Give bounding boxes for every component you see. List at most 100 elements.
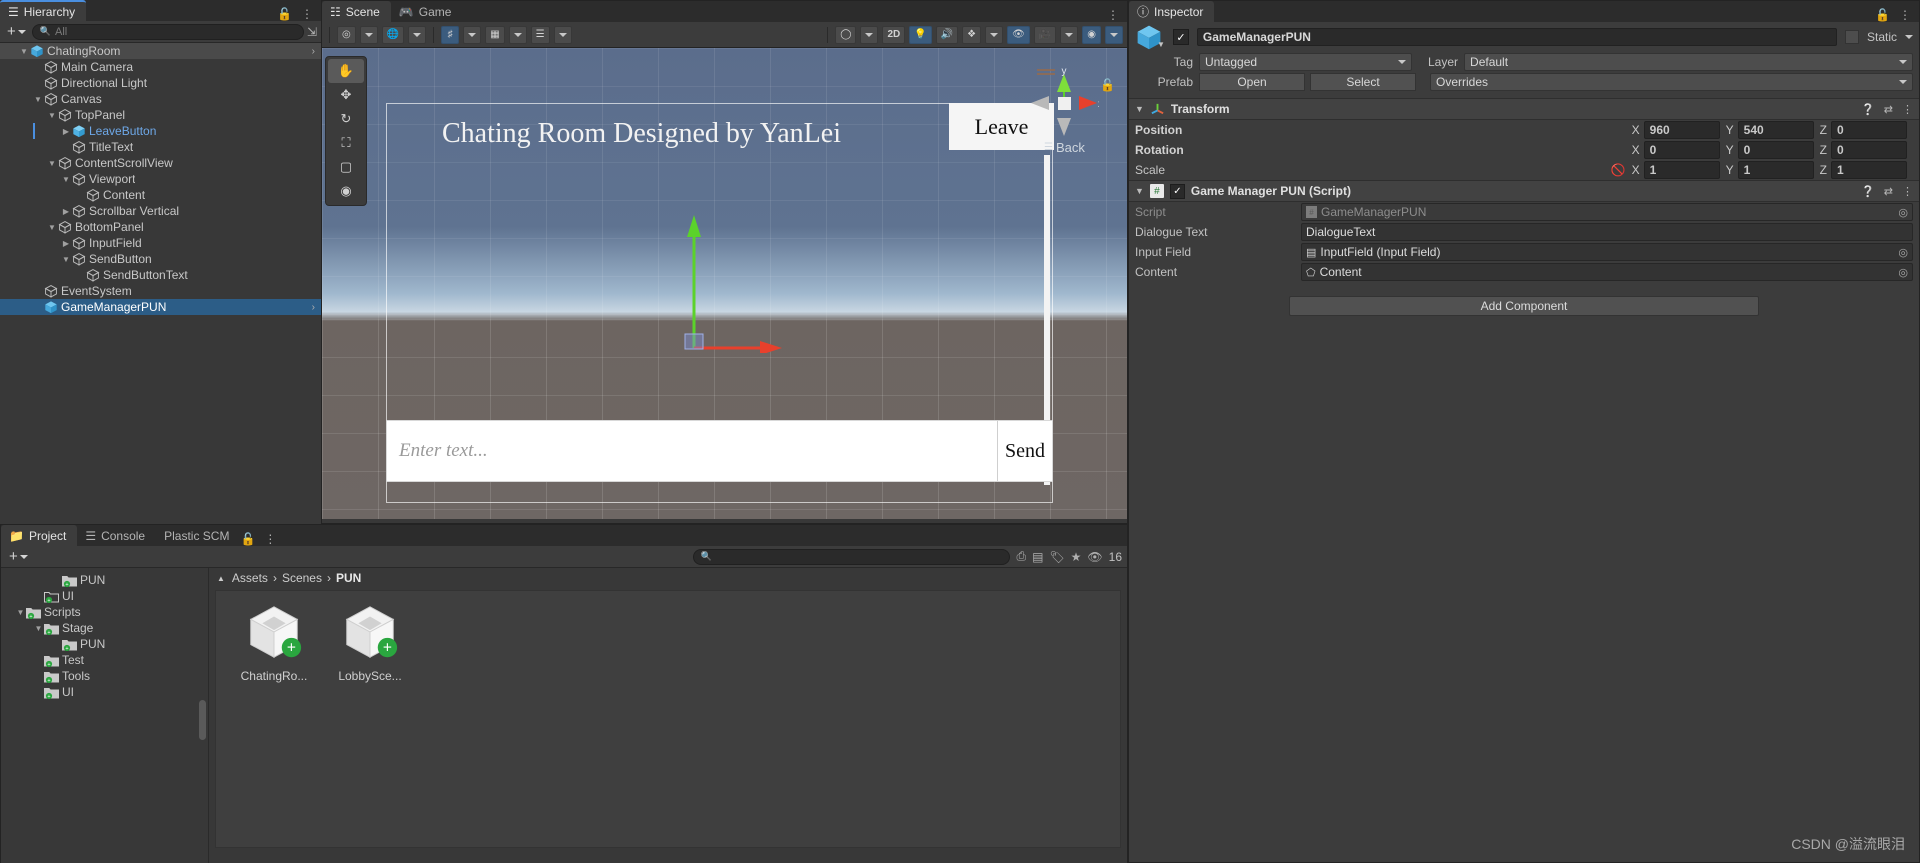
scene-fx-dropdown[interactable] — [985, 25, 1004, 44]
search-save-icon[interactable]: ⎙ — [1016, 549, 1026, 564]
object-picker-icon[interactable]: ◎ — [1898, 266, 1908, 279]
hierarchy-foldout-icon[interactable]: ▼ — [60, 255, 72, 264]
hierarchy-row-scrollbar-vertical[interactable]: ▶ Scrollbar Vertical — [0, 203, 321, 219]
script-menu-icon[interactable]: ⋮ — [1902, 185, 1913, 198]
hierarchy-row-eventsystem[interactable]: EventSystem — [0, 283, 321, 299]
folder-tree-scrollbar[interactable] — [199, 700, 206, 740]
project-folder-stage[interactable]: ▼ + Stage — [1, 620, 208, 636]
project-folder-tools[interactable]: + Tools — [1, 668, 208, 684]
project-lock-icon[interactable]: 🔓 — [240, 532, 255, 546]
gizmos-toggle[interactable]: ◉ — [1082, 25, 1101, 44]
grid-visibility-dropdown[interactable] — [508, 25, 527, 44]
grid-snapping-toggle[interactable]: ♯ — [441, 25, 460, 44]
transform-scale-x-input[interactable]: 1 — [1643, 161, 1720, 179]
object-active-checkbox[interactable]: ✓ — [1172, 29, 1189, 45]
filter-type-icon[interactable]: ▤ — [1032, 550, 1043, 564]
lock-icon[interactable]: 🔓 — [277, 7, 292, 21]
hierarchy-foldout-icon[interactable]: ▼ — [18, 47, 30, 56]
script-component-header[interactable]: ▼ # ✓ Game Manager PUN (Script) ❔ ⇄ ⋮ — [1129, 180, 1919, 202]
scene-input-placeholder[interactable]: Enter text... — [387, 421, 997, 481]
rotate-tool-icon[interactable]: ↻ — [328, 107, 364, 131]
hierarchy-row-directional-light[interactable]: Directional Light — [0, 75, 321, 91]
transform-rotation-x-input[interactable]: 0 — [1643, 141, 1720, 159]
snap-increment-dropdown[interactable] — [553, 25, 572, 44]
hierarchy-row-gamemanagerpun[interactable]: GameManagerPUN › — [0, 299, 321, 315]
hierarchy-foldout-icon[interactable]: ▶ — [60, 127, 72, 136]
script-help-icon[interactable]: ❔ — [1861, 185, 1875, 198]
transform-menu-icon[interactable]: ⋮ — [1902, 103, 1913, 116]
scene-camera-button[interactable]: 🎥 — [1033, 25, 1057, 44]
scene-viewport[interactable]: Chating Room Designed by YanLei Leave ☰ … — [322, 48, 1127, 519]
project-more-menu-icon[interactable]: ⋮ — [264, 532, 276, 546]
twod-toggle[interactable]: 2D — [882, 25, 906, 44]
move-gizmo[interactable] — [652, 203, 782, 353]
breadcrumb-collapse-icon[interactable]: ▲ — [217, 574, 225, 583]
add-object-button[interactable]: + — [4, 23, 29, 40]
hierarchy-row-bottompanel[interactable]: ▼ BottomPanel — [0, 219, 321, 235]
transform-component-header[interactable]: ▼ Transform ❔ ⇄ ⋮ — [1129, 98, 1919, 120]
pivot-rotation-button[interactable]: 🌐 — [381, 25, 405, 44]
pivot-mode-dropdown[interactable] — [359, 25, 378, 44]
project-folder-test[interactable]: + Test — [1, 652, 208, 668]
transform-scale-y-input[interactable]: 1 — [1737, 161, 1814, 179]
move-tool-icon[interactable]: ✥ — [328, 83, 364, 107]
grid-snapping-dropdown[interactable] — [463, 25, 482, 44]
tab-hierarchy[interactable]: ☰ Hierarchy — [0, 0, 87, 21]
hierarchy-row-viewport[interactable]: ▼ Viewport — [0, 171, 321, 187]
folder-foldout-icon[interactable]: ▼ — [15, 608, 26, 617]
project-folder-ui[interactable]: + UI — [1, 684, 208, 700]
hierarchy-foldout-icon[interactable]: ▼ — [46, 223, 58, 232]
gizmo-lock-icon[interactable]: 🔓 — [1100, 78, 1115, 92]
scene-send-button[interactable]: Send — [997, 421, 1052, 481]
project-create-button[interactable]: + — [6, 548, 31, 565]
tab-inspector[interactable]: ⓘ Inspector — [1129, 1, 1215, 22]
project-search-input[interactable]: 🔍 — [692, 548, 1011, 565]
hierarchy-row-canvas[interactable]: ▼ Canvas — [0, 91, 321, 107]
scene-visibility-toggle[interactable]: 👁 — [1007, 25, 1030, 44]
layer-dropdown[interactable]: Default — [1464, 53, 1913, 71]
transform-position-y-input[interactable]: 540 — [1737, 121, 1814, 139]
script-enabled-checkbox[interactable]: ✓ — [1169, 183, 1185, 199]
filter-favorite-icon[interactable]: ★ — [1071, 550, 1082, 564]
pivot-rotation-dropdown[interactable] — [408, 25, 427, 44]
transform-help-icon[interactable]: ❔ — [1861, 103, 1875, 116]
transform-rotation-y-input[interactable]: 0 — [1737, 141, 1814, 159]
breadcrumb-assets[interactable]: Assets — [232, 571, 268, 585]
hierarchy-row-sendbutton[interactable]: ▼ SendButton — [0, 251, 321, 267]
transform-position-x-input[interactable]: 960 — [1643, 121, 1720, 139]
hierarchy-tree[interactable]: ▼ ChatingRoom › Main Camera Directional Ligh… — [0, 43, 321, 521]
scale-tool-icon[interactable]: ⛶ — [328, 131, 364, 155]
project-folder-pun[interactable]: + PUN — [1, 636, 208, 652]
scene-audio-toggle[interactable]: 🔊 — [935, 25, 959, 44]
hand-tool-icon[interactable]: ✋ — [328, 59, 364, 83]
breadcrumb-pun[interactable]: PUN — [336, 571, 361, 585]
hierarchy-row-leavebutton[interactable]: ▶ LeaveButton — [0, 123, 321, 139]
scene-camera-dropdown[interactable] — [1060, 25, 1079, 44]
rect-tool-icon[interactable]: ▢ — [328, 155, 364, 179]
object-name-input[interactable]: GameManagerPUN — [1196, 28, 1837, 46]
asset-item[interactable]: + LobbySce... — [322, 601, 418, 683]
prefab-select-button[interactable]: Select — [1310, 73, 1416, 91]
transform-rotation-z-input[interactable]: 0 — [1831, 141, 1907, 159]
scene-more-menu-icon[interactable]: ⋮ — [1107, 8, 1119, 22]
transform-foldout-icon[interactable]: ▼ — [1135, 104, 1144, 114]
hierarchy-row-chatingroom[interactable]: ▼ ChatingRoom › — [0, 43, 321, 59]
object-picker-icon[interactable]: ◎ — [1898, 206, 1908, 219]
hierarchy-foldout-icon[interactable]: ▼ — [32, 95, 44, 104]
hierarchy-row-titletext[interactable]: TitleText — [0, 139, 321, 155]
hierarchy-row-toppanel[interactable]: ▼ TopPanel — [0, 107, 321, 123]
chevron-right-icon[interactable]: › — [312, 302, 315, 313]
tag-dropdown[interactable]: Untagged — [1199, 53, 1412, 71]
inspector-lock-icon[interactable]: 🔓 — [1875, 8, 1890, 22]
more-menu-icon[interactable]: ⋮ — [301, 7, 313, 21]
shading-mode-button[interactable]: ◯ — [835, 25, 857, 44]
filter-label-icon[interactable]: 🏷 — [1049, 550, 1064, 564]
breadcrumb[interactable]: ▲ Assets › Scenes › PUN — [209, 568, 1127, 588]
hierarchy-row-content[interactable]: Content — [0, 187, 321, 203]
hierarchy-expand-icon[interactable]: ⇲ — [307, 25, 317, 39]
script-field-value[interactable]: DialogueText — [1301, 223, 1913, 241]
hierarchy-foldout-icon[interactable]: ▼ — [60, 175, 72, 184]
hierarchy-row-sendbuttontext[interactable]: SendButtonText — [0, 267, 321, 283]
add-component-button[interactable]: Add Component — [1289, 296, 1759, 316]
hierarchy-foldout-icon[interactable]: ▼ — [46, 159, 58, 168]
